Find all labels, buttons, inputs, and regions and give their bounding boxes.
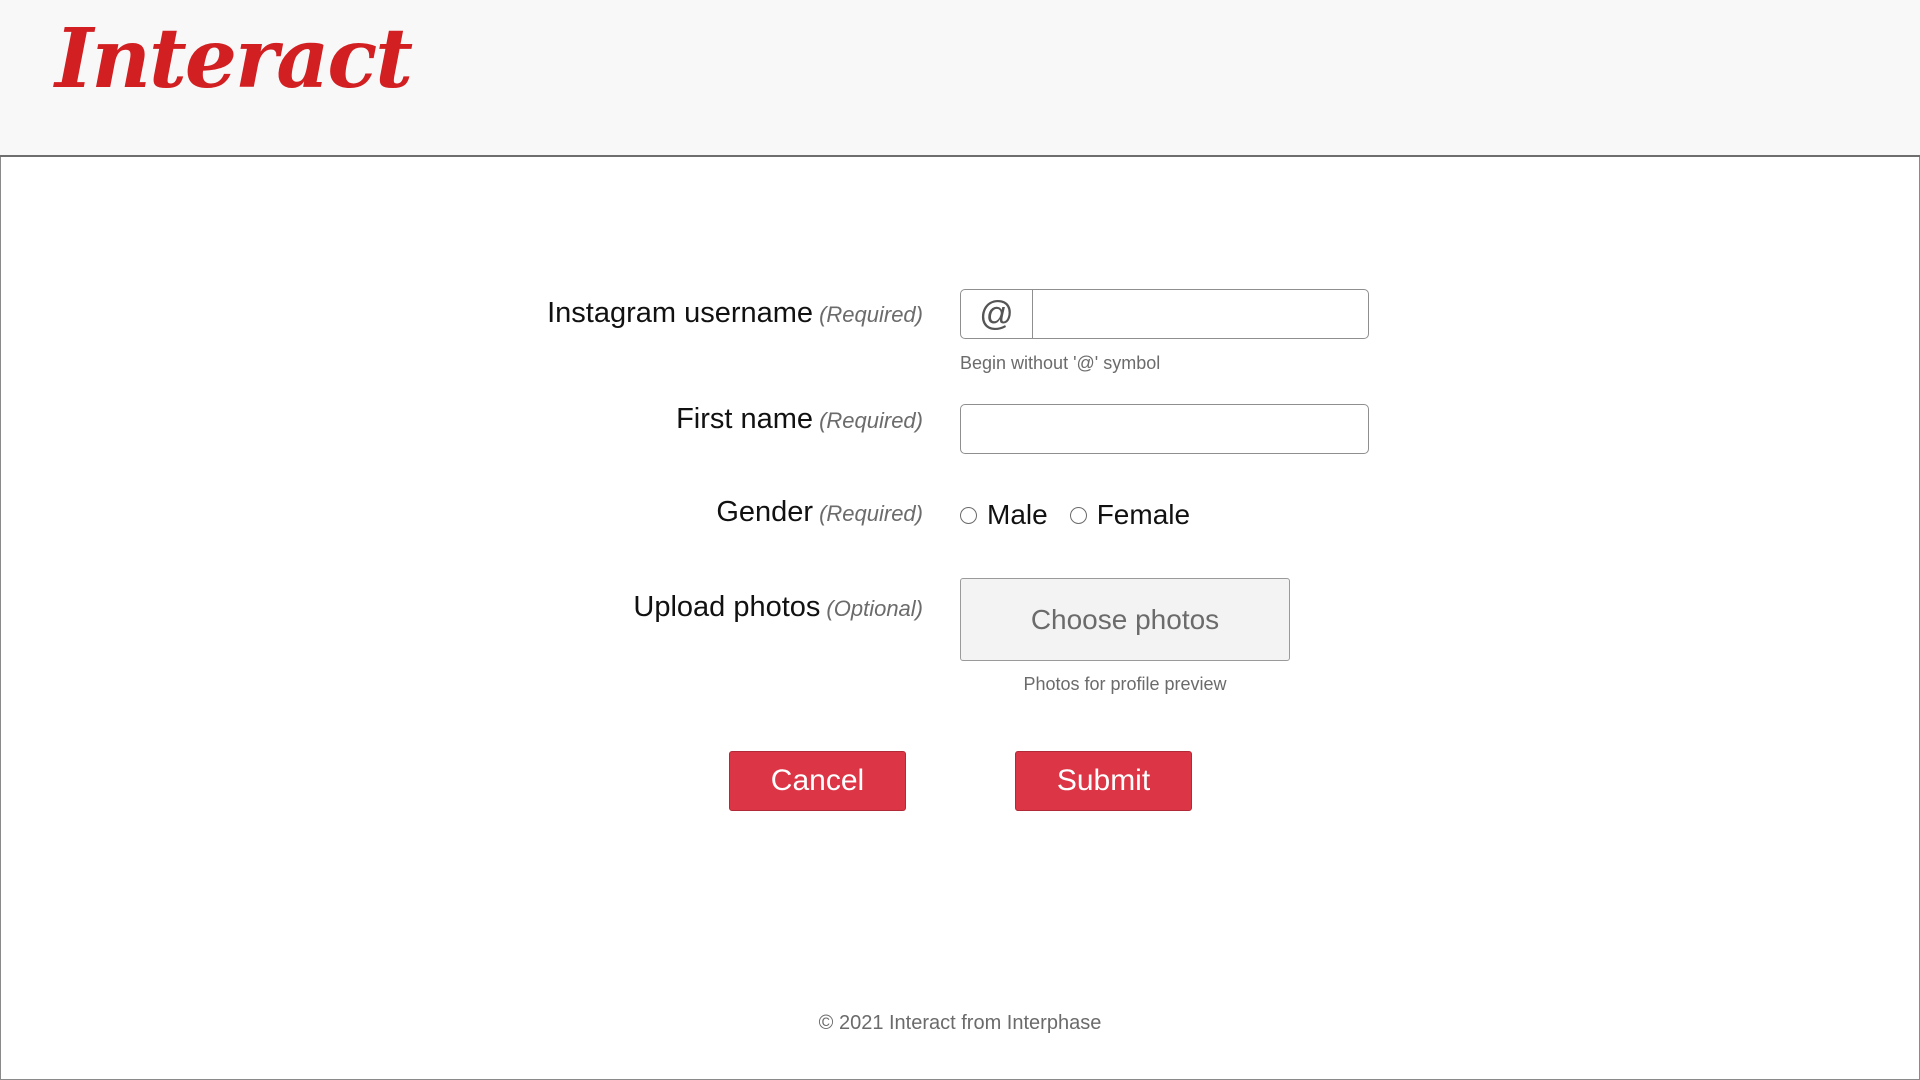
gender-label-text: Gender xyxy=(716,496,814,528)
gender-label: Gender (Required) xyxy=(716,496,923,529)
footer-copyright: © 2021 Interact from Interphase xyxy=(818,1012,1102,1034)
username-input[interactable] xyxy=(1033,290,1368,338)
upload-photos-label: Upload photos (Optional) xyxy=(633,591,923,624)
username-input-group: @ xyxy=(960,289,1369,339)
female-radio-label[interactable]: Female xyxy=(1097,499,1190,531)
first-name-input[interactable] xyxy=(960,404,1369,454)
cancel-button[interactable]: Cancel xyxy=(729,751,906,811)
photos-help-text: Photos for profile preview xyxy=(1023,674,1227,694)
choose-photos-button[interactable]: Choose photos xyxy=(960,578,1290,661)
first-name-label: First name (Required) xyxy=(676,403,923,436)
gender-option-female[interactable]: Female xyxy=(1069,499,1190,531)
upload-photos-label-text: Upload photos xyxy=(633,591,821,623)
profile-form: Instagram username (Required) @ Begin wit… xyxy=(0,0,1920,1080)
gender-required-tag: (Required) xyxy=(819,501,923,526)
first-name-required-tag: (Required) xyxy=(819,408,923,433)
username-label: Instagram username (Required) xyxy=(547,297,923,330)
male-radio-label[interactable]: Male xyxy=(987,499,1048,531)
at-symbol-icon: @ xyxy=(961,290,1033,338)
gender-radio-group: Male Female xyxy=(960,499,1212,531)
username-label-text: Instagram username xyxy=(547,297,814,329)
first-name-label-text: First name xyxy=(676,403,814,435)
submit-button[interactable]: Submit xyxy=(1015,751,1192,811)
male-radio-button[interactable] xyxy=(960,506,977,524)
gender-option-male[interactable]: Male xyxy=(960,499,1048,531)
female-radio-button[interactable] xyxy=(1069,506,1087,524)
username-required-tag: (Required) xyxy=(819,302,923,327)
upload-photos-optional-tag: (Optional) xyxy=(826,596,923,621)
username-help-text: Begin without '@' symbol xyxy=(960,353,1161,373)
